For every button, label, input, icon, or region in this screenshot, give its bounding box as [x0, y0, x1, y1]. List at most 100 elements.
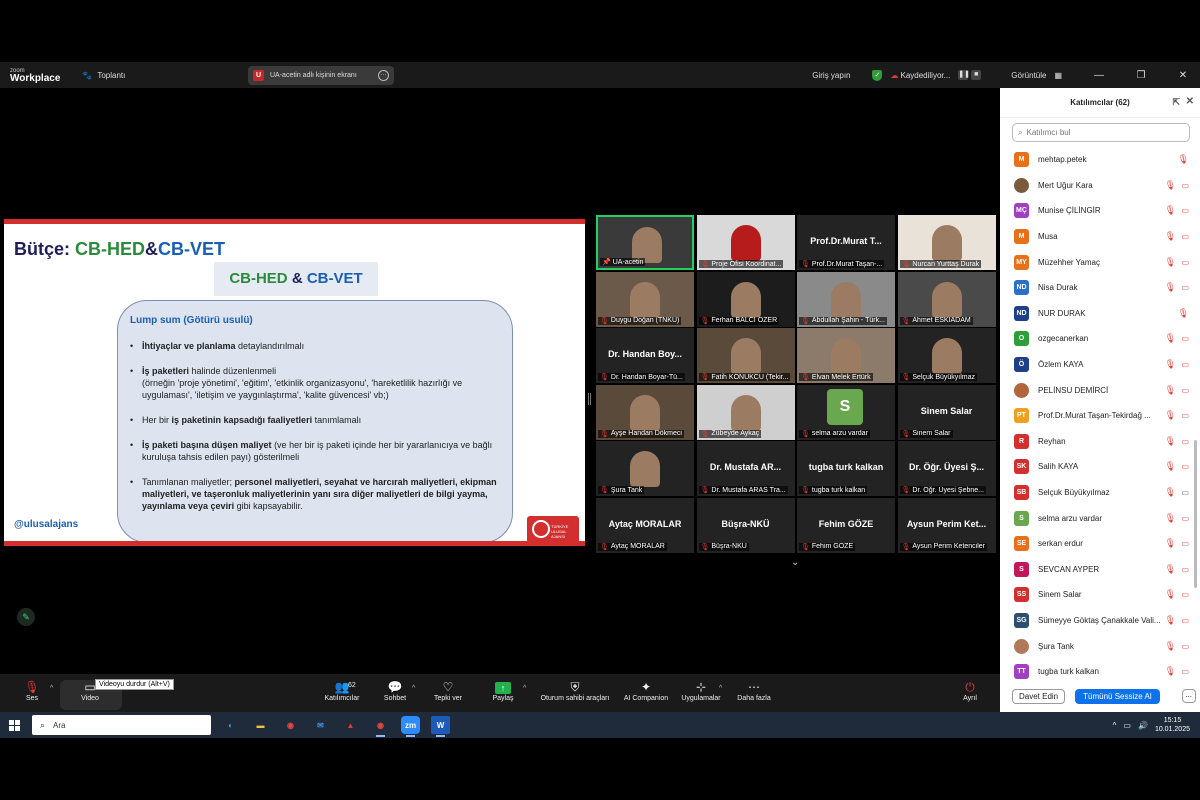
participant-row[interactable]: ND Nisa Durak 🎙 ▭ — [1000, 275, 1193, 301]
muted-mic-icon[interactable]: 🎙 — [1165, 282, 1176, 293]
muted-mic-icon[interactable]: 🎙 — [1165, 231, 1176, 242]
muted-mic-icon[interactable]: 🎙 — [1165, 513, 1176, 524]
pause-recording-button[interactable]: ❚❚ — [958, 70, 970, 80]
video-tile[interactable]: Sinem Salar 🎙 Sinem Salar — [897, 384, 996, 440]
muted-mic-icon[interactable]: 🎙 — [1178, 154, 1189, 165]
video-tile[interactable]: Dr. Mustafa AR... 🎙 Dr. Mustafa ARAS Tra..… — [696, 441, 795, 496]
video-tile[interactable]: 🎙 Proje Ofisi Koordinat... — [696, 215, 795, 270]
muted-mic-icon[interactable]: 🎙 — [1165, 410, 1176, 421]
muted-mic-icon[interactable]: 🎙 — [1165, 385, 1176, 396]
close-icon[interactable]: ✕ — [1166, 70, 1200, 81]
video-tile[interactable]: 🎙 Ferhan BALCI ÖZER — [696, 271, 795, 327]
camera-icon[interactable]: ▭ — [1181, 488, 1189, 497]
participant-row[interactable]: R Reyhan 🎙 ▭ — [1000, 429, 1193, 455]
participant-row[interactable]: PELİNSU DEMİRCİ 🎙 ▭ — [1000, 377, 1193, 403]
camera-off-icon[interactable]: ▭ — [1181, 232, 1189, 241]
audio-caret-icon[interactable]: ^ — [50, 685, 53, 692]
video-tile[interactable]: 🎙 Nurcan Yurttaş Durak — [897, 215, 996, 270]
muted-mic-icon[interactable]: 🎙 — [1165, 180, 1176, 191]
video-tile[interactable]: 🎙 Ahmet ESKİADAM — [897, 271, 996, 327]
muted-mic-icon[interactable]: 🎙 — [1165, 257, 1176, 268]
host-tools-button[interactable]: ⛨ Oturum sahibi araçları — [530, 680, 620, 702]
camera-off-icon[interactable]: ▭ — [1181, 283, 1189, 292]
muted-mic-icon[interactable]: 🎙 — [1178, 308, 1189, 319]
network-icon[interactable]: ▭ — [1123, 721, 1131, 730]
camera-off-icon[interactable]: ▭ — [1181, 258, 1189, 267]
mute-all-button[interactable]: Tümünü Sessize Al — [1075, 688, 1160, 704]
panel-more-button[interactable]: ... — [1181, 689, 1196, 703]
participants-button[interactable]: 👥 62 Katılımcılar — [312, 680, 372, 702]
participant-row[interactable]: SK Salih KAYA 🎙 ▭ — [1000, 454, 1193, 480]
video-tile[interactable]: Aysun Perim Ket... 🎙 Aysun Perim Ketencile… — [897, 497, 996, 553]
edge-icon[interactable]: ◐ — [221, 716, 240, 734]
video-tile[interactable]: 🎙 Ayşe Handan Dökmeci — [596, 384, 694, 440]
taskbar-search[interactable]: ⌕ Ara — [32, 715, 211, 735]
participant-search[interactable]: ⌕ — [1012, 123, 1190, 142]
muted-mic-icon[interactable]: 🎙 — [1165, 666, 1176, 677]
ai-companion-button[interactable]: ✦ AI Companion — [616, 680, 676, 702]
minimize-icon[interactable]: — — [1082, 70, 1116, 81]
grid-view-icon[interactable]: ▦ — [1054, 71, 1062, 80]
camera-off-icon[interactable]: ▭ — [1181, 206, 1189, 215]
video-tile[interactable]: Fehim GÖZE 🎙 Fehim GÖZE — [797, 497, 895, 553]
signin-link[interactable]: Giriş yapın — [812, 71, 850, 80]
video-tile[interactable]: 🎙 Zübeyde Aykaç — [696, 384, 795, 440]
camera-off-icon[interactable]: ▭ — [1181, 360, 1189, 369]
more-button[interactable]: ⋯ Daha fazla — [724, 680, 784, 702]
participant-search-input[interactable] — [1026, 128, 1167, 137]
participant-row[interactable]: Mmehtap.petek 🎙 — [1000, 147, 1193, 173]
video-tile[interactable]: 🎙 Selçuk Büyükyılmaz — [897, 328, 996, 383]
muted-mic-icon[interactable]: 🎙 — [1165, 641, 1176, 652]
video-tile[interactable]: Prof.Dr.Murat T... 🎙 Prof.Dr.Murat Taşan-.… — [797, 215, 895, 270]
invite-button[interactable]: Davet Edin — [1012, 688, 1066, 704]
video-tile[interactable]: Büşra-NKÜ 🎙 Büşra-NKÜ — [696, 497, 795, 553]
video-tile[interactable]: 🎙 Duygu Doğan (TNKU) — [596, 271, 694, 327]
camera-off-icon[interactable]: ▭ — [1181, 437, 1189, 446]
participant-row[interactable]: S SEVCAN AYPER 🎙 ▭ — [1000, 557, 1193, 583]
muted-mic-icon[interactable]: 🎙 — [1165, 487, 1176, 498]
muted-mic-icon[interactable]: 🎙 — [1165, 359, 1176, 370]
camera-off-icon[interactable]: ▭ — [1181, 667, 1189, 676]
camera-off-icon[interactable]: ▭ — [1181, 334, 1189, 343]
muted-mic-icon[interactable]: 🎙 — [1165, 589, 1176, 600]
participant-row[interactable]: PT Prof.Dr.Murat Taşan-Tekirdağ ... 🎙 ▭ — [1000, 403, 1193, 429]
participant-row[interactable]: MY Müzehher Yamaç 🎙 ▭ — [1000, 249, 1193, 275]
participant-row[interactable]: Oozgecanerkan 🎙 ▭ — [1000, 326, 1193, 352]
participant-row[interactable]: Sselma arzu vardar 🎙 ▭ — [1000, 505, 1193, 531]
meeting-menu[interactable]: 🐾 Toplantı — [82, 71, 125, 80]
muted-mic-icon[interactable]: 🎙 — [1165, 436, 1176, 447]
chrome-icon[interactable]: ◉ — [281, 716, 300, 734]
volume-icon[interactable]: 🔊 — [1138, 721, 1148, 730]
camera-off-icon[interactable]: ▭ — [1181, 514, 1189, 523]
camera-off-icon[interactable]: ▭ — [1181, 462, 1189, 471]
muted-mic-icon[interactable]: 🎙 — [1165, 538, 1176, 549]
chat-caret-icon[interactable]: ^ — [412, 685, 415, 692]
participant-row[interactable]: SS Sinem Salar 🎙 ▭ — [1000, 582, 1193, 608]
share-caret-icon[interactable]: ^ — [523, 685, 526, 692]
word-icon[interactable]: W — [431, 716, 450, 737]
tray-chevron-icon[interactable]: ^ — [1113, 721, 1117, 730]
stop-recording-button[interactable]: ■ — [971, 70, 982, 80]
panel-close-icon[interactable]: ✕ — [1186, 96, 1194, 107]
participant-row[interactable]: SG Sümeyye Göktaş Çanakkale Vali... 🎙 ▭ — [1000, 608, 1193, 634]
camera-off-icon[interactable]: ▭ — [1181, 616, 1189, 625]
camera-off-icon[interactable]: ▭ — [1181, 181, 1189, 190]
screen-share-indicator[interactable]: U UA-acetin adlı kişinin ekranı ··· — [248, 66, 394, 85]
camera-off-icon[interactable]: ▭ — [1181, 565, 1189, 574]
view-menu[interactable]: Görüntüle — [1011, 71, 1046, 80]
muted-mic-icon[interactable]: 🎙 — [1165, 564, 1176, 575]
video-tile[interactable]: Aytaç MORALAR 🎙 Aytaç MORALAR — [596, 497, 694, 553]
participant-row[interactable]: SE serkan erdur 🎙 ▭ — [1000, 531, 1193, 557]
participant-row[interactable]: Mert Uğur Kara 🎙 ▭ — [1000, 173, 1193, 199]
camera-off-icon[interactable]: ▭ — [1181, 642, 1189, 651]
clock[interactable]: 15:15 10.01.2025 — [1155, 716, 1190, 734]
video-tile[interactable]: S 🎙 selma arzu vardar — [797, 384, 895, 440]
chat-button[interactable]: 💬 Sohbet — [365, 680, 425, 702]
participant-row[interactable]: MÇ Munise ÇİLİNGİR 🎙 ▭ — [1000, 198, 1193, 224]
muted-mic-icon[interactable]: 🎙 — [1165, 333, 1176, 344]
participant-row[interactable]: SB Selçuk Büyükyılmaz 🎙 ▭ — [1000, 480, 1193, 506]
shield-check-icon[interactable]: ✓ — [872, 69, 883, 81]
leave-button[interactable]: ⏻ Ayrıl — [940, 680, 1000, 702]
apps-caret-icon[interactable]: ^ — [719, 685, 722, 692]
annotate-pen-icon[interactable]: ✎ — [17, 608, 35, 626]
